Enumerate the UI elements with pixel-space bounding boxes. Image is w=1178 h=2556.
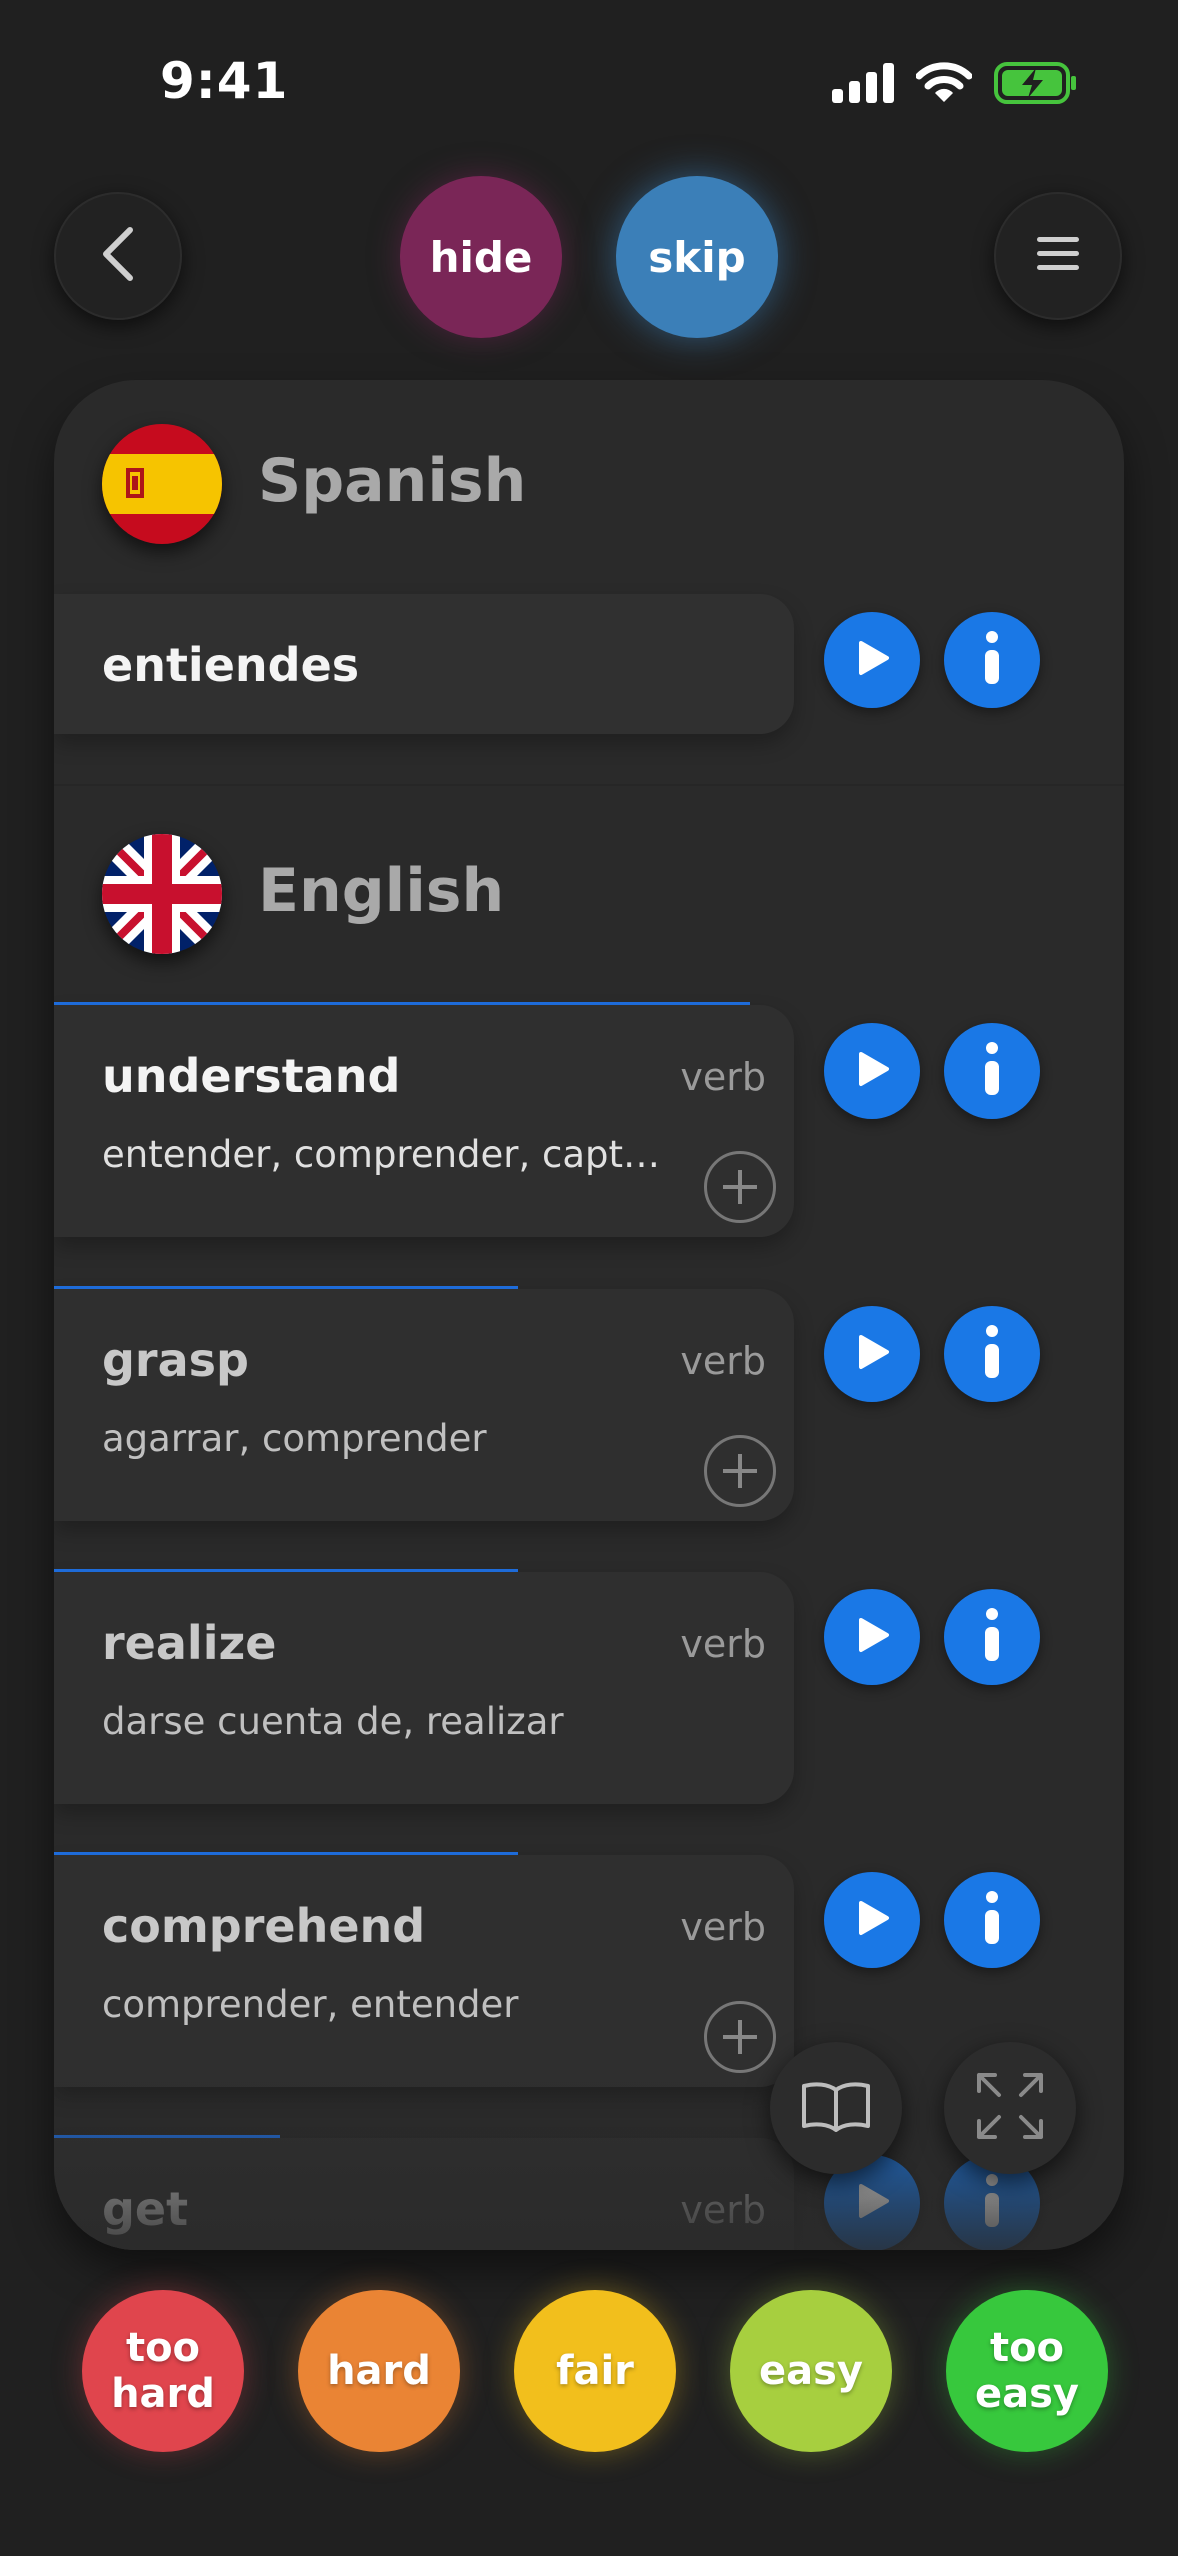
rate-label: fair xyxy=(556,2348,634,2394)
rate-easy-button[interactable]: easy xyxy=(730,2290,892,2452)
entry-row-grasp[interactable]: grasp verb agarrar, comprender xyxy=(54,1289,794,1521)
rate-hard-button[interactable]: hard xyxy=(298,2290,460,2452)
chevron-left-icon xyxy=(96,224,140,288)
info-source-button[interactable] xyxy=(944,612,1040,708)
source-phrase: entiendes xyxy=(102,638,360,692)
menu-button[interactable] xyxy=(994,192,1122,320)
source-language-title: Spanish xyxy=(258,446,527,516)
rate-label: easy xyxy=(758,2348,863,2394)
entry-row-comprehend[interactable]: comprehend verb comprender, entender xyxy=(54,1855,794,2087)
rate-label: too hard xyxy=(111,2325,215,2417)
play-icon xyxy=(852,1332,892,1376)
entry-row-realize[interactable]: realize verb darse cuenta de, realizar xyxy=(54,1572,794,1804)
signal-icon xyxy=(832,63,894,107)
expand-icon xyxy=(975,2071,1045,2145)
info-entry-button[interactable] xyxy=(944,1872,1040,1968)
add-icon[interactable] xyxy=(704,1151,776,1223)
play-icon xyxy=(852,2181,892,2225)
spain-flag-icon xyxy=(102,424,222,544)
info-icon xyxy=(980,630,1004,690)
entry-pos: verb xyxy=(680,1339,766,1383)
back-button[interactable] xyxy=(54,192,182,320)
entry-translations: darse cuenta de, realizar xyxy=(102,1700,564,1743)
hide-button[interactable]: hide xyxy=(400,176,562,338)
info-icon xyxy=(980,2173,1004,2233)
entry-word: understand xyxy=(102,1049,401,1103)
fullscreen-button[interactable] xyxy=(944,2042,1076,2174)
play-icon xyxy=(852,638,892,682)
rate-label: too easy xyxy=(974,2325,1079,2417)
battery-charging-icon xyxy=(994,62,1078,108)
translation-card: Spanish entiendes English understand ver… xyxy=(54,380,1124,2250)
entry-translations: agarrar, comprender xyxy=(102,1417,487,1460)
add-icon[interactable] xyxy=(704,1435,776,1507)
rate-too-hard-button[interactable]: too hard xyxy=(82,2290,244,2452)
play-source-button[interactable] xyxy=(824,612,920,708)
entry-word: get xyxy=(102,2182,189,2236)
info-entry-button[interactable] xyxy=(944,1023,1040,1119)
info-entry-button[interactable] xyxy=(944,1306,1040,1402)
entry-pos: verb xyxy=(680,2188,766,2232)
play-icon xyxy=(852,1049,892,1093)
book-icon xyxy=(800,2080,872,2136)
target-language-title: English xyxy=(258,856,505,926)
entry-pos: verb xyxy=(680,1622,766,1666)
dictionary-button[interactable] xyxy=(770,2042,902,2174)
info-icon xyxy=(980,1041,1004,1101)
play-entry-button[interactable] xyxy=(824,1589,920,1685)
hamburger-icon xyxy=(1035,234,1081,278)
status-icons xyxy=(832,62,1078,108)
play-entry-button[interactable] xyxy=(824,1306,920,1402)
info-entry-button[interactable] xyxy=(944,1589,1040,1685)
entry-row-understand[interactable]: understand verb entender, comprender, ca… xyxy=(54,1005,794,1237)
entry-row-get[interactable]: get verb xyxy=(54,2138,794,2250)
skip-button[interactable]: skip xyxy=(616,176,778,338)
entry-pos: verb xyxy=(680,1055,766,1099)
play-icon xyxy=(852,1898,892,1942)
entry-pos: verb xyxy=(680,1905,766,1949)
info-icon xyxy=(980,1607,1004,1667)
entry-word: grasp xyxy=(102,1333,249,1387)
rate-too-easy-button[interactable]: too easy xyxy=(946,2290,1108,2452)
info-icon xyxy=(980,1890,1004,1950)
rate-fair-button[interactable]: fair xyxy=(514,2290,676,2452)
status-time: 9:41 xyxy=(160,52,289,110)
entry-translations: entender, comprender, capt… xyxy=(102,1133,661,1176)
rate-label: hard xyxy=(327,2348,431,2394)
entry-word: comprehend xyxy=(102,1899,426,1953)
uk-flag-icon xyxy=(102,834,222,954)
entry-translations: comprender, entender xyxy=(102,1983,519,2026)
wifi-icon xyxy=(915,62,973,108)
source-phrase-row: entiendes xyxy=(54,594,794,734)
info-icon xyxy=(980,1324,1004,1384)
play-icon xyxy=(852,1615,892,1659)
play-entry-button[interactable] xyxy=(824,1023,920,1119)
add-icon[interactable] xyxy=(704,2001,776,2073)
entry-word: realize xyxy=(102,1616,277,1670)
play-entry-button[interactable] xyxy=(824,1872,920,1968)
